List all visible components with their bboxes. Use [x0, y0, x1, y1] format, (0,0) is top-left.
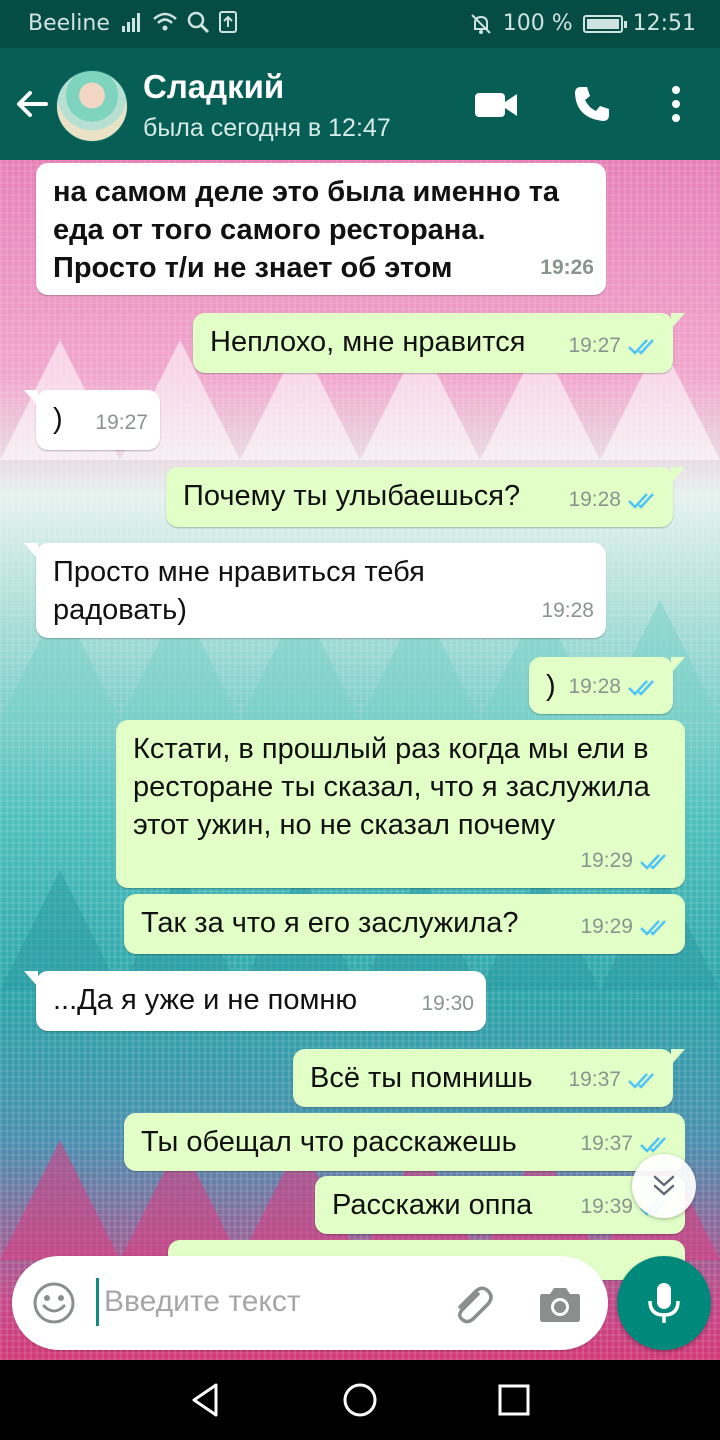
message-composer — [12, 1256, 608, 1350]
search-icon — [187, 11, 210, 34]
message-time: 19:39 — [580, 1195, 633, 1218]
message-input[interactable] — [100, 1276, 438, 1328]
message-text: Всё ты помнишь — [310, 1062, 533, 1094]
read-ticks-icon — [640, 920, 666, 936]
text-cursor — [96, 1278, 99, 1326]
scroll-to-bottom-button[interactable] — [632, 1154, 696, 1218]
message-time: 19:37 — [580, 1132, 633, 1155]
carrier-name: Beeline — [28, 11, 110, 36]
message-outgoing[interactable]: Всё ты помнишь 19:37 — [293, 1049, 685, 1107]
message-time: 19:28 — [568, 675, 621, 698]
voice-record-button[interactable] — [617, 1256, 711, 1350]
message-incoming[interactable]: ) 19:27 — [24, 390, 160, 450]
read-ticks-icon — [628, 1073, 654, 1089]
nav-recents-icon[interactable] — [494, 1380, 534, 1420]
message-incoming[interactable]: ...Да я уже и не помню 19:30 — [24, 971, 486, 1031]
upload-icon — [219, 11, 237, 33]
message-text: Почему ты улыбаешься? — [183, 480, 521, 512]
message-time: 19:27 — [95, 411, 148, 434]
read-ticks-icon — [628, 493, 654, 509]
status-icons — [120, 10, 238, 34]
read-ticks-icon — [640, 854, 666, 870]
wifi-icon — [153, 12, 177, 31]
camera-icon[interactable] — [538, 1282, 582, 1324]
message-text: на самом деле это была именно та еда от … — [53, 176, 560, 284]
signal-icon — [122, 13, 140, 32]
chevron-double-down-icon — [653, 1175, 675, 1196]
message-time: 19:30 — [421, 992, 474, 1015]
message-text: ...Да я уже и не помню — [53, 984, 358, 1016]
message-text: Кстати, в прошлый раз когда мы ели в рес… — [133, 733, 650, 841]
message-text: Расскажи оппа — [332, 1189, 533, 1221]
battery-icon — [582, 14, 627, 33]
message-outgoing[interactable]: Неплохо, мне нравится 19:27 — [193, 313, 685, 373]
attach-paperclip-icon[interactable] — [448, 1280, 496, 1328]
read-ticks-icon — [628, 680, 654, 696]
read-ticks-icon — [640, 1137, 666, 1153]
chat-area[interactable]: на самом деле это была именно та еда от … — [0, 160, 720, 1360]
chat-header: Сладкий была сегодня в 12:47 — [0, 48, 720, 160]
message-outgoing[interactable]: Так за что я его заслужила? 19:29 — [124, 894, 685, 954]
system-nav-bar — [0, 1360, 720, 1440]
message-outgoing[interactable]: Ты обещал что расскажешь 19:37 — [124, 1113, 685, 1171]
contact-name[interactable]: Сладкий — [143, 68, 284, 106]
message-text: ) — [546, 670, 556, 702]
last-seen-status[interactable]: была сегодня в 12:47 — [143, 114, 391, 143]
avatar[interactable] — [56, 70, 128, 142]
message-text: ) — [53, 403, 63, 435]
message-time: 19:29 — [580, 849, 633, 872]
message-time: 19:27 — [568, 334, 621, 357]
mute-bell-icon — [470, 13, 491, 34]
message-time: 19:26 — [540, 256, 594, 279]
nav-back-icon[interactable] — [186, 1380, 226, 1420]
message-outgoing[interactable]: Почему ты улыбаешься? 19:28 — [166, 467, 685, 527]
back-arrow-icon[interactable] — [12, 84, 52, 124]
read-ticks-icon — [628, 339, 654, 355]
message-text: Просто мне нравиться тебя радовать) — [53, 556, 425, 626]
video-call-icon[interactable] — [474, 90, 518, 120]
more-vert-icon[interactable] — [664, 84, 688, 124]
status-right: 100 % 12:51 — [469, 11, 696, 36]
message-text: Так за что я его заслужила? — [141, 907, 519, 939]
message-time: 19:28 — [568, 488, 621, 511]
message-text: Ты обещал что расскажешь — [141, 1126, 517, 1158]
message-outgoing[interactable]: Кстати, в прошлый раз когда мы ели в рес… — [116, 720, 685, 888]
message-time: 19:28 — [541, 599, 594, 622]
emoji-icon[interactable] — [32, 1281, 76, 1325]
message-text: Неплохо, мне нравится — [210, 326, 526, 358]
clock: 12:51 — [632, 11, 696, 36]
message-incoming[interactable]: Просто мне нравиться тебя радовать) 19:2… — [24, 543, 606, 638]
phone-call-icon[interactable] — [572, 84, 612, 124]
message-time: 19:37 — [568, 1068, 621, 1091]
message-outgoing[interactable]: ) 19:28 — [529, 657, 685, 714]
message-outgoing[interactable]: Расскажи оппа 19:39 — [315, 1176, 685, 1234]
message-time: 19:29 — [580, 915, 633, 938]
status-bar: Beeline 100 % 12:51 — [0, 0, 720, 48]
battery-percent: 100 % — [502, 11, 573, 36]
microphone-icon — [648, 1283, 680, 1323]
message-incoming[interactable]: на самом деле это была именно та еда от … — [36, 163, 606, 295]
nav-home-icon[interactable] — [340, 1380, 380, 1420]
